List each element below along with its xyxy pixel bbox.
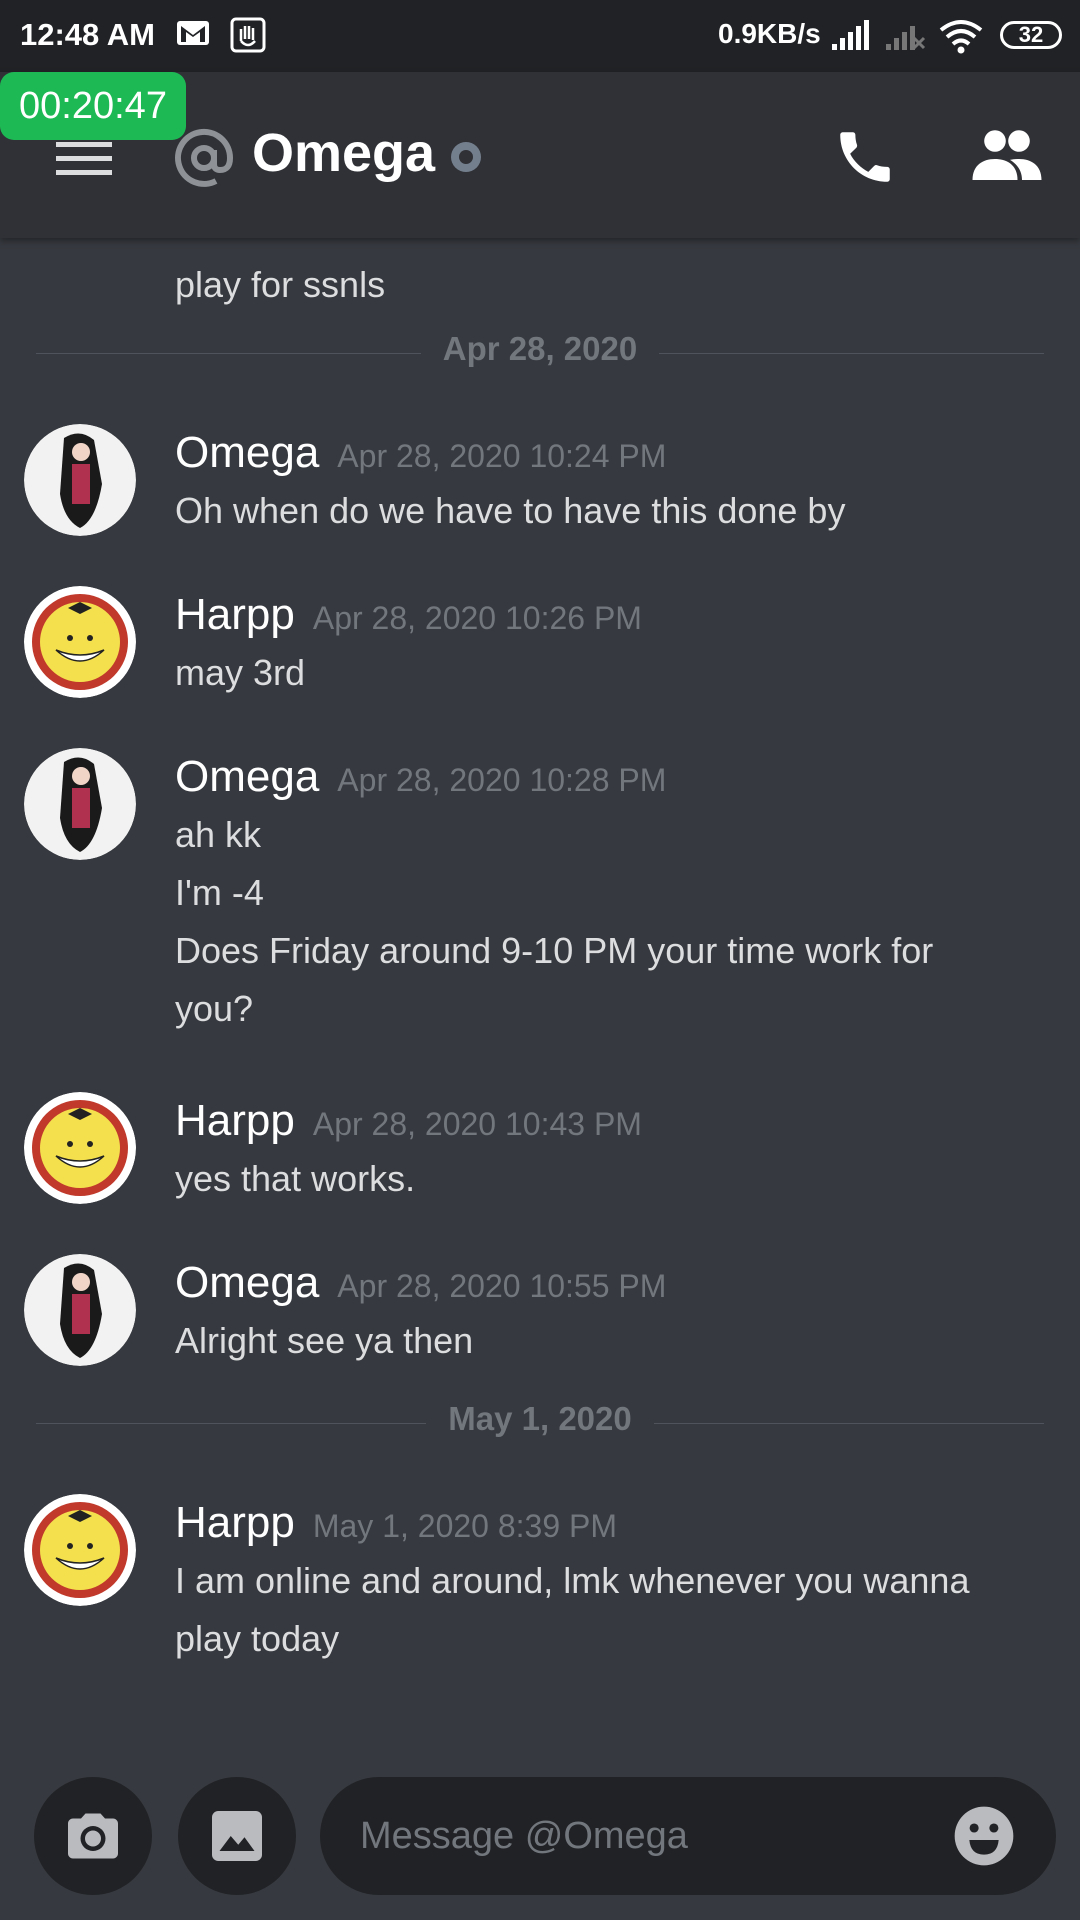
mail-icon <box>177 21 209 45</box>
message-timestamp: Apr 28, 2020 10:24 PM <box>337 438 667 474</box>
date-divider: May 1, 2020 <box>36 1400 1044 1446</box>
message-line: Does Friday around 9-10 PM your time wor… <box>175 930 934 971</box>
message-author[interactable]: Omega Apr 28, 2020 10:28 PM <box>175 752 666 802</box>
message-input[interactable] <box>358 1805 922 1867</box>
signal-no-data-icon <box>886 26 926 50</box>
status-time: 12:48 AM <box>20 17 155 52</box>
gallery-icon <box>212 1811 262 1861</box>
message-timestamp: Apr 28, 2020 10:43 PM <box>312 1106 642 1142</box>
emoji-icon[interactable] <box>952 1804 1016 1868</box>
message-content: yes that works. <box>175 1150 1025 1208</box>
message-author[interactable]: Omega Apr 28, 2020 10:55 PM <box>175 1258 666 1308</box>
message-timestamp: Apr 28, 2020 10:28 PM <box>337 762 667 798</box>
avatar-harpp[interactable] <box>24 1494 136 1606</box>
message-timestamp: May 1, 2020 8:39 PM <box>312 1508 618 1544</box>
battery-level: 32 <box>1018 22 1044 47</box>
message-line: Alright see ya then <box>175 1320 474 1361</box>
message-content: may 3rd <box>175 644 1025 702</box>
avatar-harpp[interactable] <box>24 586 136 698</box>
message-line: play today <box>175 1618 340 1659</box>
wifi-icon <box>939 20 983 54</box>
gallery-button[interactable] <box>178 1777 296 1895</box>
message-line: you? <box>175 988 254 1029</box>
camera-icon <box>68 1813 118 1859</box>
channel-name: Omega <box>252 123 436 183</box>
divider-date: May 1, 2020 <box>426 1400 654 1437</box>
camera-button[interactable] <box>34 1777 152 1895</box>
message-content: Oh when do we have to have this done by <box>175 482 1025 540</box>
message-author[interactable]: Harpp May 1, 2020 8:39 PM <box>175 1498 617 1548</box>
message-line: may 3rd <box>175 652 306 693</box>
message-timestamp: Apr 28, 2020 10:55 PM <box>337 1268 667 1304</box>
message-author[interactable]: Harpp Apr 28, 2020 10:26 PM <box>175 590 642 640</box>
call-icon[interactable] <box>832 124 898 190</box>
message-author[interactable]: Harpp Apr 28, 2020 10:43 PM <box>175 1096 642 1146</box>
divider-date: Apr 28, 2020 <box>420 330 660 367</box>
avatar-harpp[interactable] <box>24 1092 136 1204</box>
avatar-omega[interactable] <box>24 424 136 536</box>
recording-timer: 00:20:47 <box>0 72 186 140</box>
message-line: yes that works. <box>175 1158 416 1199</box>
message-content: I am online and around, lmk whenever you… <box>175 1552 1025 1668</box>
message-line: I am online and around, lmk whenever you… <box>175 1560 970 1601</box>
message-content: ah kk I'm -4 Does Friday around 9-10 PM … <box>175 806 1025 1038</box>
message-line: ah kk <box>175 814 262 855</box>
message-author[interactable]: Omega Apr 28, 2020 10:24 PM <box>175 428 666 478</box>
battery-icon: 32 <box>1000 21 1062 49</box>
members-icon[interactable] <box>970 126 1044 186</box>
message-content: Alright see ya then <box>175 1312 1025 1370</box>
message-box[interactable] <box>320 1777 1056 1895</box>
menu-icon[interactable] <box>56 140 112 176</box>
avatar-omega[interactable] <box>24 1254 136 1366</box>
status-bar: 12:48 AM 0.9KB/s 32 <box>0 0 1080 72</box>
status-dot-icon <box>451 142 481 172</box>
message-line: I'm -4 <box>175 872 264 913</box>
network-speed: 0.9KB/s <box>718 18 821 49</box>
message-line: Oh when do we have to have this done by <box>175 490 846 531</box>
clipped-message-line: play for ssnls <box>175 264 386 305</box>
avatar-omega[interactable] <box>24 748 136 860</box>
date-divider: Apr 28, 2020 <box>36 330 1044 376</box>
message-list[interactable]: play for ssnls Apr 28, 2020 Omega Apr 28,… <box>0 238 1080 1768</box>
message-timestamp: Apr 28, 2020 10:26 PM <box>312 600 642 636</box>
app-notification-icon <box>230 17 266 53</box>
signal-icon <box>832 20 869 50</box>
